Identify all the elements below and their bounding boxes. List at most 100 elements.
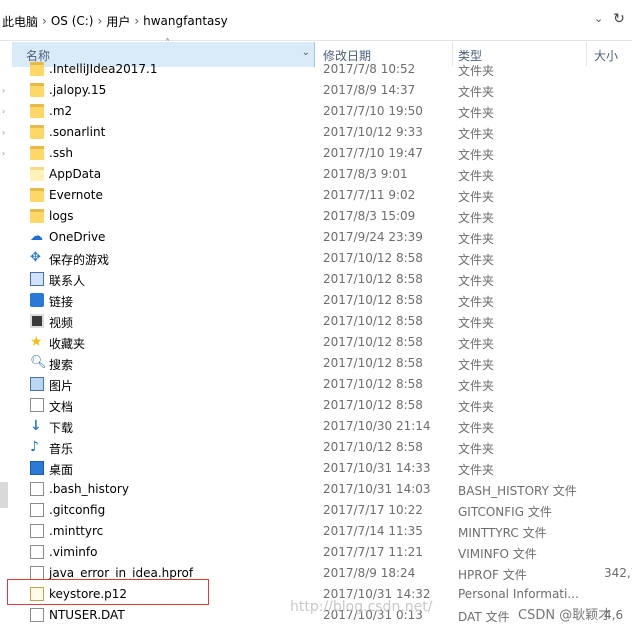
modified-date: 2017/10/12 8:58 (323, 293, 423, 307)
list-item[interactable]: 联系人 2017/10/12 8:58 文件夹 (0, 269, 632, 290)
list-item[interactable]: Evernote 2017/7/11 9:02 文件夹 (0, 185, 632, 206)
list-item[interactable]: .bash_history 2017/10/31 14:03 BASH_HISTOR… (0, 479, 632, 500)
list-item[interactable]: › .m2 2017/7/10 19:50 文件夹 (0, 101, 632, 122)
file-type: 文件夹 (458, 106, 495, 120)
list-item[interactable]: 桌面 2017/10/31 14:33 文件夹 (0, 458, 632, 479)
file-name: .IntelliJIdea2017.1 (49, 62, 158, 76)
file-type: 文件夹 (458, 358, 495, 372)
file-type: 文件夹 (458, 337, 495, 351)
list-item[interactable]: ☁ OneDrive 2017/9/24 23:39 文件夹 (0, 227, 632, 248)
modified-date: 2017/10/12 8:58 (323, 251, 423, 265)
history-dropdown-icon[interactable]: ⌄ (594, 13, 604, 24)
list-item[interactable]: ↓ 下载 2017/10/30 21:14 文件夹 (0, 416, 632, 437)
list-item[interactable]: .viminfo 2017/7/17 11:21 VIMINFO 文件 (0, 542, 632, 563)
document-icon (30, 398, 44, 412)
modified-date: 2017/10/12 8:58 (323, 356, 423, 370)
list-item[interactable]: › .sonarlint 2017/10/12 9:33 文件夹 (0, 122, 632, 143)
folder-icon (30, 188, 44, 202)
list-item[interactable]: ★ 收藏夹 2017/10/12 8:58 文件夹 (0, 332, 632, 353)
modified-date: 2017/10/12 8:58 (323, 335, 423, 349)
file-type: GITCONFIG 文件 (458, 505, 552, 519)
list-item[interactable]: .minttyrc 2017/7/14 11:35 MINTTYRC 文件 (0, 521, 632, 542)
modified-date: 2017/7/17 10:22 (323, 503, 423, 517)
folder-icon (30, 62, 44, 76)
breadcrumb: 此电脑 › OS (C:) › 用户 › hwangfantasy (0, 12, 230, 30)
watermark-credit: CSDN @耿颖才 (518, 608, 612, 623)
list-item[interactable]: .IntelliJIdea2017.1 2017/7/8 10:52 文件夹 (0, 60, 632, 80)
modified-date: 2017/8/9 14:37 (323, 83, 416, 97)
star-icon: ★ (30, 334, 43, 350)
list-item[interactable]: › .jalopy.15 2017/8/9 14:37 文件夹 (0, 80, 632, 101)
list-item[interactable]: ♪ 音乐 2017/10/12 8:58 文件夹 (0, 437, 632, 458)
modified-date: 2017/8/3 15:09 (323, 209, 416, 223)
folder-icon (30, 125, 44, 139)
list-item[interactable]: AppData 2017/8/3 9:01 文件夹 (0, 164, 632, 185)
file-type: 文件夹 (458, 85, 495, 99)
left-pane-scroll-thumb[interactable] (0, 482, 8, 508)
file-type: 文件夹 (458, 169, 495, 183)
expand-arrow-icon[interactable]: › (2, 107, 5, 116)
modified-date: 2017/9/24 23:39 (323, 230, 423, 244)
list-item[interactable]: .gitconfig 2017/7/17 10:22 GITCONFIG 文件 (0, 500, 632, 521)
breadcrumb-user-folder[interactable]: hwangfantasy (141, 14, 230, 28)
file-name: Evernote (49, 188, 103, 202)
list-item[interactable]: logs 2017/8/3 15:09 文件夹 (0, 206, 632, 227)
file-name: 文档 (49, 400, 74, 414)
file-type: 文件夹 (458, 211, 495, 225)
list-item[interactable]: 链接 2017/10/12 8:58 文件夹 (0, 290, 632, 311)
file-type: 文件夹 (458, 64, 495, 78)
chevron-right-icon[interactable]: › (40, 14, 49, 28)
file-name: 桌面 (49, 463, 74, 477)
file-name: 搜索 (49, 358, 74, 372)
modified-date: 2017/10/12 9:33 (323, 125, 423, 139)
modified-date: 2017/10/12 8:58 (323, 377, 423, 391)
file-type: 文件夹 (458, 463, 495, 477)
file-name: 视频 (49, 316, 74, 330)
file-type: VIMINFO 文件 (458, 547, 537, 561)
chevron-right-icon[interactable]: › (132, 14, 141, 28)
file-list: .IntelliJIdea2017.1 2017/7/8 10:52 文件夹 › .ja… (0, 60, 632, 630)
cloud-icon: ☁ (30, 229, 43, 244)
modified-date: 2017/10/12 8:58 (323, 272, 423, 286)
file-name: AppData (49, 167, 102, 181)
breadcrumb-os-drive[interactable]: OS (C:) (49, 14, 96, 28)
list-item[interactable]: 文档 2017/10/12 8:58 文件夹 (0, 395, 632, 416)
expand-arrow-icon[interactable]: › (2, 128, 5, 137)
folder-icon (30, 209, 44, 223)
chevron-down-icon[interactable]: ⌄ (302, 47, 310, 58)
breadcrumb-users[interactable]: 用户 (104, 13, 132, 30)
modified-date: 2017/10/31 14:33 (323, 461, 431, 475)
file-type: 文件夹 (458, 274, 495, 288)
list-item[interactable]: 视频 2017/10/12 8:58 文件夹 (0, 311, 632, 332)
file-name: .ssh (49, 146, 73, 160)
folder-light-icon (30, 167, 44, 181)
file-icon (30, 482, 44, 496)
modified-date: 2017/8/3 9:01 (323, 167, 408, 181)
file-icon (30, 524, 44, 538)
modified-date: 2017/7/10 19:50 (323, 104, 423, 118)
expand-arrow-icon[interactable]: › (2, 149, 5, 158)
list-item[interactable]: › .ssh 2017/7/10 19:47 文件夹 (0, 143, 632, 164)
file-name: 链接 (49, 295, 74, 309)
music-icon: ♪ (30, 439, 39, 455)
refresh-icon[interactable]: ↻ (610, 10, 628, 28)
file-type: 文件夹 (458, 295, 495, 309)
file-name: .minttyrc (49, 524, 104, 538)
file-name: .jalopy.15 (49, 83, 107, 97)
file-type: 文件夹 (458, 421, 495, 435)
file-name: logs (49, 209, 74, 223)
list-item[interactable]: 🔍︎ 搜索 2017/10/12 8:58 文件夹 (0, 353, 632, 374)
address-bar[interactable]: 此电脑 › OS (C:) › 用户 › hwangfantasy ⌄ ↻ (0, 0, 632, 41)
folder-icon (30, 104, 44, 118)
file-name: 收藏夹 (49, 337, 86, 351)
file-type: 文件夹 (458, 127, 495, 141)
chevron-right-icon[interactable]: › (96, 14, 105, 28)
modified-date: 2017/7/8 10:52 (323, 62, 416, 76)
list-item[interactable]: 图片 2017/10/12 8:58 文件夹 (0, 374, 632, 395)
file-name: .sonarlint (49, 125, 106, 139)
list-item[interactable]: ✥ 保存的游戏 2017/10/12 8:58 文件夹 (0, 248, 632, 269)
expand-arrow-icon[interactable]: › (2, 86, 5, 95)
breadcrumb-this-pc[interactable]: 此电脑 (0, 13, 40, 30)
file-name: 音乐 (49, 442, 74, 456)
modified-date: 2017/7/11 9:02 (323, 188, 416, 202)
